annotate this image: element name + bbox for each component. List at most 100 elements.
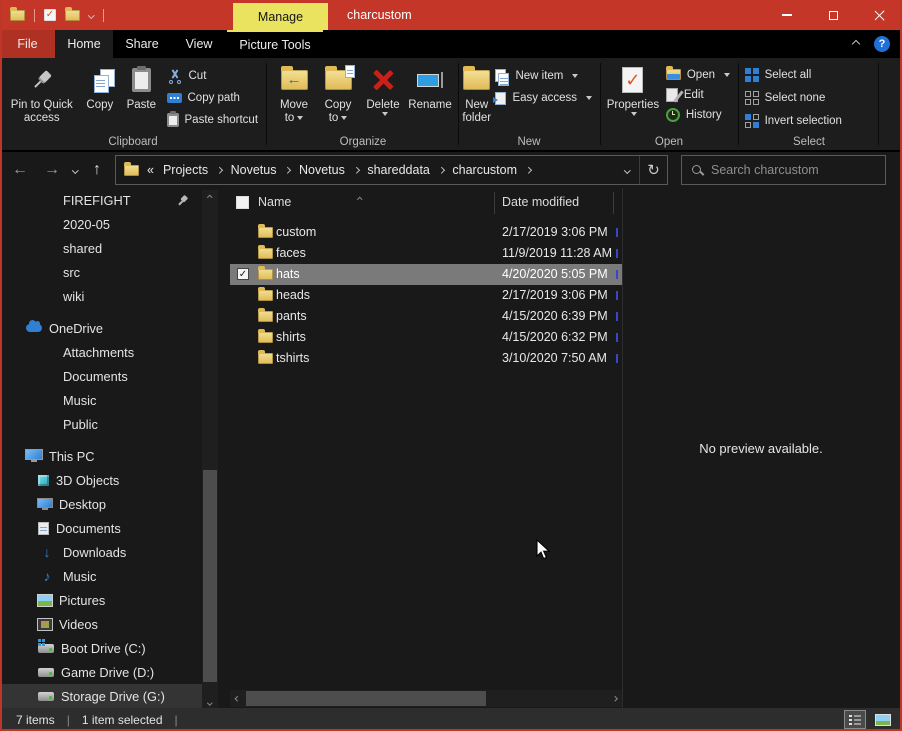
tab-picture-tools[interactable]: Picture Tools [227,30,323,58]
scroll-right-icon[interactable] [607,690,622,707]
sidebar-item-label: Storage Drive (G:) [61,689,165,704]
file-row[interactable]: shirts 4/15/2020 6:32 PM [230,327,622,348]
sidebar-item-firefight[interactable]: FIREFIGHT [0,188,202,212]
qat-folder-icon[interactable] [10,10,25,21]
qat-new-folder-icon[interactable] [65,10,80,21]
horizontal-scrollbar-thumb[interactable] [246,691,486,706]
sidebar-item-documents[interactable]: Documents [0,516,202,540]
rename-button[interactable]: Rename [406,61,454,133]
move-to-button[interactable]: ← Move to [272,61,316,133]
sidebar-item-public[interactable]: Public [0,412,202,436]
recent-locations-icon[interactable] [73,152,78,188]
breadcrumb-item[interactable]: charcustom [452,163,517,177]
select-none-button[interactable]: Select none [741,88,846,108]
sidebar-item-boot-drive-c-[interactable]: Boot Drive (C:) [0,636,202,660]
back-button[interactable]: ← [12,152,28,188]
sidebar-item-2020-05[interactable]: 2020-05 [0,212,202,236]
sidebar-item-src[interactable]: src [0,260,202,284]
copy-path-button[interactable]: Copy path [163,88,263,108]
file-row[interactable]: pants 4/15/2020 6:39 PM [230,306,622,327]
address-dropdown-icon[interactable] [615,168,639,173]
scroll-up-icon[interactable] [202,190,218,205]
file-row[interactable]: ✓ hats 4/20/2020 5:05 PM [230,264,622,285]
sidebar-item-game-drive-d-[interactable]: Game Drive (D:) [0,660,202,684]
copy-to-button[interactable]: Copy to [316,61,360,133]
address-bar[interactable]: « Projects Novetus Novetus shareddata charcu… [115,155,668,185]
select-all-checkbox[interactable] [236,196,249,209]
breadcrumb-item[interactable]: Novetus [299,163,345,177]
open-button[interactable]: Open [662,65,734,84]
file-row[interactable]: custom 2/17/2019 3:06 PM [230,222,622,243]
sidebar-item-attachments[interactable]: Attachments [0,340,202,364]
file-row[interactable]: heads 2/17/2019 3:06 PM [230,285,622,306]
file-row[interactable]: tshirts 3/10/2020 7:50 AM [230,348,622,369]
sidebar-item-wiki[interactable]: wiki [0,284,202,308]
close-button[interactable] [856,0,902,30]
tab-home[interactable]: Home [55,30,113,58]
pin-to-quick-access-button[interactable]: Pin to Quick access [4,61,80,133]
sidebar-item-storage-drive-g-[interactable]: Storage Drive (G:) [0,684,202,708]
search-input[interactable] [711,163,875,177]
tab-view[interactable]: View [171,30,227,58]
organize-group-label: Organize [272,136,454,148]
sidebar-item-music[interactable]: Music [0,564,202,588]
copy-button[interactable]: Copy [80,61,121,133]
sidebar-item-documents[interactable]: Documents [0,364,202,388]
sidebar-item-shared[interactable]: shared [0,236,202,260]
breadcrumb-item[interactable]: Novetus [231,163,277,177]
sidebar-scrollbar-thumb[interactable] [203,470,217,682]
breadcrumb-item[interactable]: Projects [163,163,208,177]
breadcrumb-overflow[interactable]: « [147,163,154,177]
qat-dropdown-icon[interactable] [88,12,94,18]
easy-access-button[interactable]: Easy access [491,88,596,108]
sidebar-item-pictures[interactable]: Pictures [0,588,202,612]
paste-shortcut-icon [167,113,179,127]
column-header-name[interactable]: Name [258,195,291,209]
sidebar-item-label: Desktop [59,497,106,512]
file-list-horizontal-scrollbar[interactable] [230,690,622,707]
manage-context-tab[interactable]: Manage [233,3,328,30]
sidebar-item-onedrive[interactable]: OneDrive [0,316,202,340]
new-item-button[interactable]: New item [491,66,596,86]
thumbnails-view-button[interactable] [872,710,894,729]
refresh-icon[interactable]: ↻ [639,156,667,184]
tab-file[interactable]: File [0,30,55,58]
row-checkbox[interactable]: ✓ [237,268,249,280]
collapse-ribbon-icon[interactable] [852,40,860,48]
file-row[interactable]: faces 11/9/2019 11:28 AM [230,243,622,264]
breadcrumb-item[interactable]: shareddata [367,163,430,177]
folder-icon [258,248,273,259]
scroll-left-icon[interactable] [230,690,245,707]
up-button[interactable]: ↑ [93,152,101,188]
sidebar-item-downloads[interactable]: Downloads [0,540,202,564]
select-all-button[interactable]: Select all [741,65,846,85]
paste-button[interactable]: Paste [120,61,162,133]
invert-selection-button[interactable]: Invert selection [741,111,846,131]
sidebar-item-desktop[interactable]: Desktop [0,492,202,516]
search-box[interactable] [681,155,886,185]
status-bar: 7 items | 1 item selected | [0,708,902,731]
column-header-date-modified[interactable]: Date modified [502,195,579,209]
minimize-button[interactable] [764,0,810,30]
sidebar-item-music[interactable]: Music [0,388,202,412]
sidebar-item-videos[interactable]: Videos [0,612,202,636]
sidebar-scrollbar[interactable] [202,190,218,710]
history-button[interactable]: History [662,105,734,124]
forward-button[interactable]: → [44,152,60,188]
file-name: faces [276,246,306,260]
details-view-button[interactable] [844,710,866,729]
tab-share[interactable]: Share [113,30,171,58]
qat-properties-icon[interactable]: ✓ [44,9,56,21]
sidebar-item-this-pc[interactable]: This PC [0,444,202,468]
cut-button[interactable]: Cut [163,66,263,86]
edit-button[interactable]: Edit [662,85,734,104]
properties-button[interactable]: ✓ Properties [604,61,662,133]
new-folder-button[interactable]: New folder [462,61,491,133]
paste-shortcut-button[interactable]: Paste shortcut [163,110,263,130]
sidebar-item-label: Documents [56,521,121,536]
delete-button[interactable]: Delete [360,61,406,133]
maximize-button[interactable] [810,0,856,30]
help-icon[interactable]: ? [874,36,890,52]
new-folder-icon [463,70,490,90]
sidebar-item-3d-objects[interactable]: 3D Objects [0,468,202,492]
